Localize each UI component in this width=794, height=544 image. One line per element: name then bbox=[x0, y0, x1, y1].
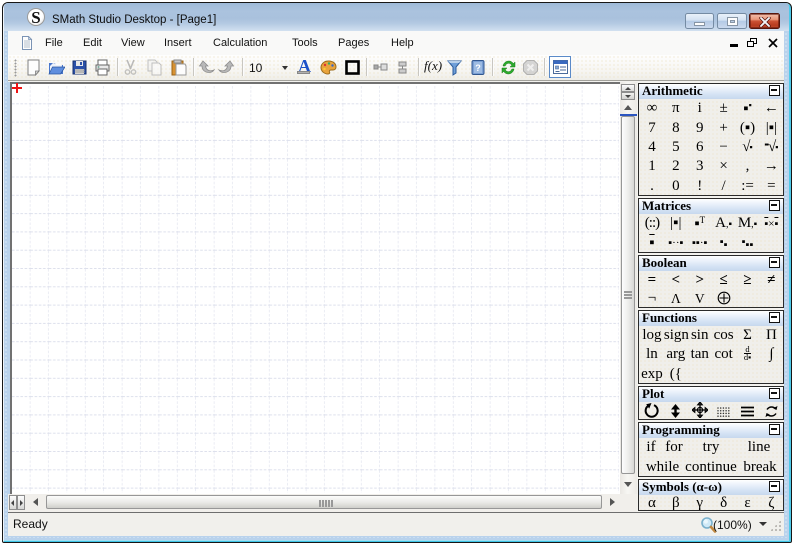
svg-text:?: ? bbox=[475, 63, 481, 73]
